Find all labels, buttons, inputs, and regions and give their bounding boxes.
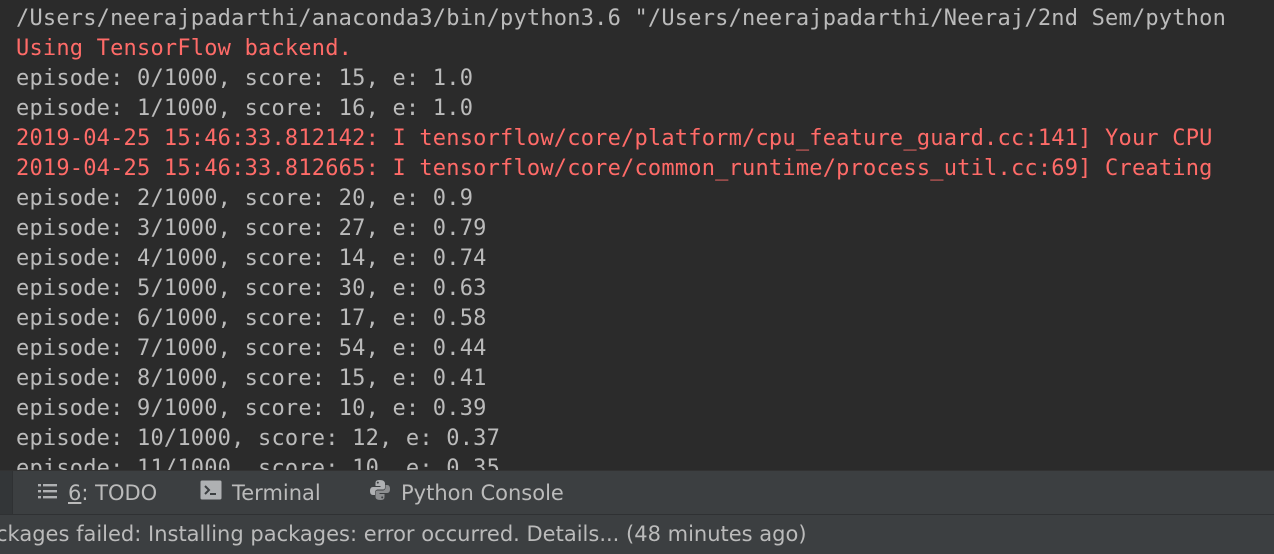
console-line: episode: 2/1000, score: 20, e: 0.9 [16, 186, 474, 211]
python-console-tool-button[interactable]: Python Console [369, 471, 564, 514]
terminal-tool-button[interactable]: Terminal [200, 471, 321, 514]
console-line: episode: 3/1000, score: 27, e: 0.79 [16, 216, 487, 241]
status-message[interactable]: ckages failed: Installing packages: erro… [0, 515, 807, 554]
console-line: episode: 1/1000, score: 16, e: 1.0 [16, 96, 474, 121]
todo-list-icon [38, 481, 58, 505]
python-icon [369, 479, 391, 506]
todo-mnemonic: 6 [68, 480, 82, 505]
console-line: episode: 8/1000, score: 15, e: 0.41 [16, 366, 487, 391]
tool-window-bar: 6: TODO Terminal Python Console [0, 470, 1274, 514]
todo-tool-button[interactable]: 6: TODO [38, 471, 157, 514]
console-line: Using TensorFlow backend. [16, 36, 353, 61]
tool-window-bar-edge [0, 471, 13, 514]
run-console-output[interactable]: /Users/neerajpadarthi/anaconda3/bin/pyth… [0, 0, 1274, 470]
console-line: /Users/neerajpadarthi/anaconda3/bin/pyth… [16, 6, 1227, 31]
console-line: episode: 7/1000, score: 54, e: 0.44 [16, 336, 487, 361]
console-line: episode: 5/1000, score: 30, e: 0.63 [16, 276, 487, 301]
console-line: episode: 4/1000, score: 14, e: 0.74 [16, 246, 487, 271]
console-line: episode: 10/1000, score: 12, e: 0.37 [16, 426, 501, 451]
console-line: 2019-04-25 15:46:33.812142: I tensorflow… [16, 126, 1213, 151]
console-line: 2019-04-25 15:46:33.812665: I tensorflow… [16, 156, 1213, 181]
console-line: episode: 6/1000, score: 17, e: 0.58 [16, 306, 487, 331]
console-line: episode: 0/1000, score: 15, e: 1.0 [16, 66, 474, 91]
todo-label: : TODO [81, 480, 158, 505]
terminal-icon [200, 480, 222, 505]
python-console-label: Python Console [401, 480, 564, 505]
terminal-label: Terminal [232, 480, 321, 505]
console-line: episode: 9/1000, score: 10, e: 0.39 [16, 396, 487, 421]
console-line: episode: 11/1000, score: 10, e: 0.35 [16, 456, 501, 470]
status-bar: ckages failed: Installing packages: erro… [0, 514, 1274, 554]
